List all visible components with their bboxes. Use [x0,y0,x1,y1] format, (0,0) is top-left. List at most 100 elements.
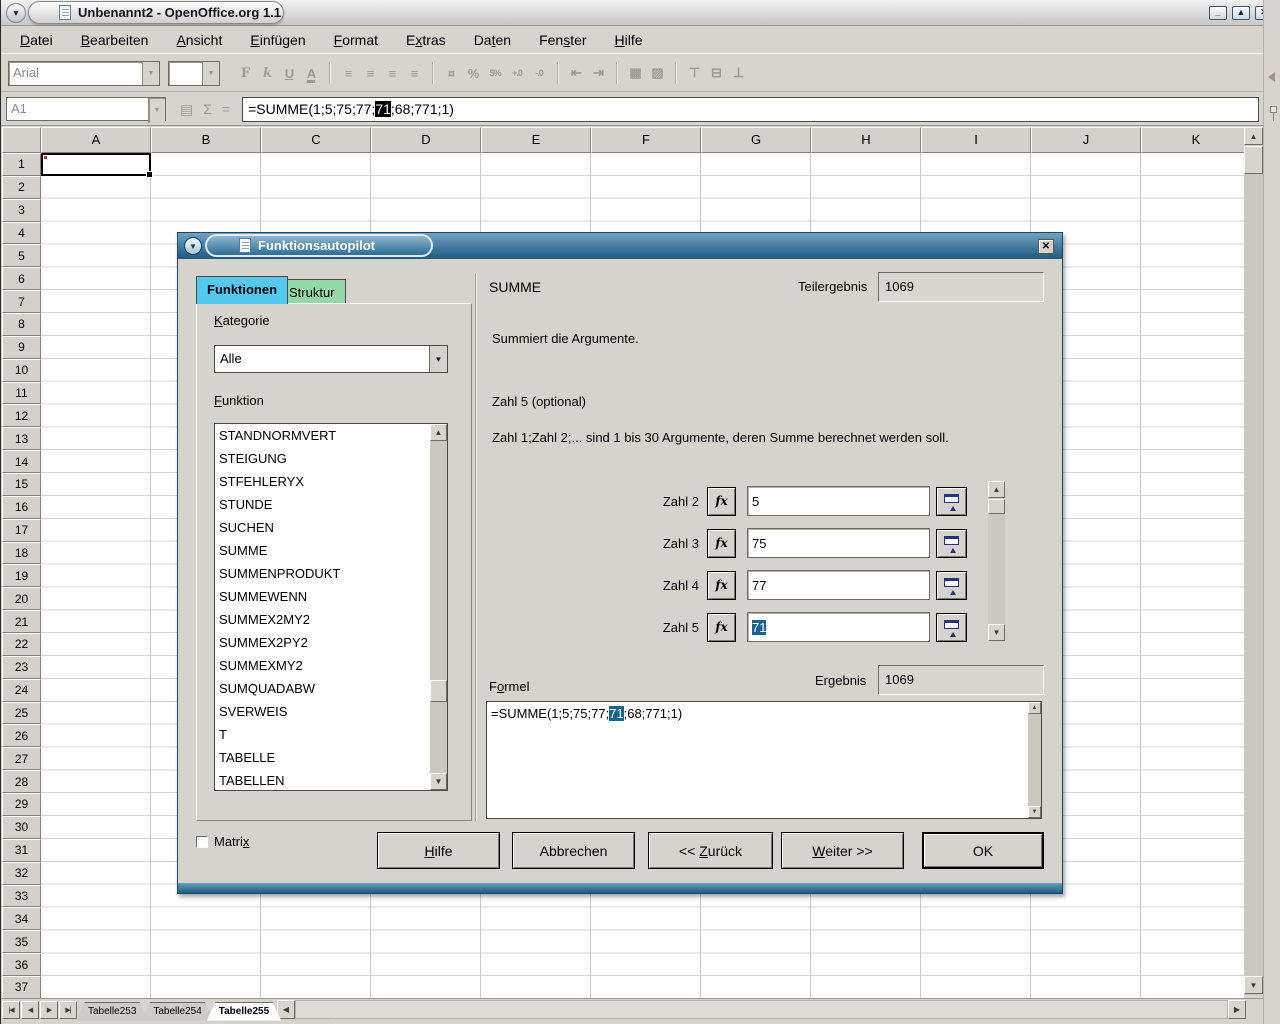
shrink-button[interactable] [936,613,967,642]
italic-icon[interactable]: k [256,62,278,84]
font-name-combo[interactable]: Arial ▼ [8,61,160,86]
scroll-right-icon[interactable]: ▶ [1228,1000,1246,1019]
row-header[interactable]: 24 [2,679,41,702]
tab-struktur[interactable]: Struktur [278,279,346,304]
arg-input[interactable]: 77 [747,570,930,600]
row-header[interactable]: 29 [2,793,41,816]
scroll-up-icon[interactable]: ▲ [1028,702,1041,714]
sheet-nav-first-button[interactable]: |◀ [2,1001,20,1019]
argument-scrollbar[interactable]: ▲ ▼ [988,481,1005,641]
fx-button[interactable]: fx [707,571,736,600]
toolbar-collapse-icon[interactable] [1268,72,1275,82]
scroll-down-icon[interactable]: ▼ [988,624,1005,641]
function-listbox[interactable]: STANDNORMVERTSTEIGUNGSTFEHLERYXSTUNDESUC… [214,423,448,791]
column-header[interactable]: J [1031,127,1141,153]
scroll-up-icon[interactable]: ▲ [1244,127,1263,145]
vertical-scrollbar-thumb[interactable] [1244,146,1263,174]
scroll-down-icon[interactable]: ▼ [1244,976,1263,994]
function-list-item[interactable]: SUMQUADABW [215,677,430,700]
row-header[interactable]: 25 [2,702,41,725]
row-header[interactable]: 7 [2,290,41,313]
maximize-button[interactable]: ▲ [1232,6,1250,20]
align-justify-icon[interactable]: ≡ [403,62,425,84]
menu-item-datei[interactable]: Datei [10,30,63,50]
tab-funktionen[interactable]: Funktionen [196,276,288,304]
formel-scrollbar[interactable]: ▲ ▼ [1028,702,1041,818]
row-header[interactable]: 32 [2,862,41,885]
fx-button[interactable]: fx [707,529,736,558]
dialog-close-icon[interactable]: ✕ [1038,239,1054,254]
scroll-down-icon[interactable]: ▼ [430,773,447,790]
chevron-down-icon[interactable]: ▼ [142,62,159,85]
scroll-up-icon[interactable]: ▲ [430,424,447,441]
column-header[interactable]: G [701,127,811,153]
row-header[interactable]: 33 [2,885,41,908]
shrink-button[interactable] [936,529,967,558]
row-header[interactable]: 34 [2,907,41,930]
function-list-item[interactable]: SUMMEWENN [215,585,430,608]
row-header[interactable]: 18 [2,542,41,565]
shrink-button[interactable] [936,487,967,516]
scroll-up-icon[interactable]: ▲ [988,481,1005,498]
underline-icon[interactable]: U [278,62,300,84]
number-format-percent-icon[interactable]: % [462,62,484,84]
selected-cell-a1[interactable] [41,153,151,176]
font-size-combo[interactable]: ▼ [168,61,220,86]
formula-input[interactable]: =SUMME(1;5;75;77;71;68;771;1) [242,97,1259,122]
function-list-item[interactable]: SUMMENPRODUKT [215,562,430,585]
function-list-item[interactable]: SUMMEX2PY2 [215,631,430,654]
function-list-item[interactable]: T [215,723,430,746]
bold-icon[interactable]: F [234,62,256,84]
function-list-item[interactable]: STUNDE [215,493,430,516]
ok-button[interactable]: OK [922,832,1044,869]
minimize-button[interactable]: _ [1209,6,1227,20]
sum-icon[interactable]: Σ [203,101,212,117]
function-list-item[interactable]: STANDNORMVERT [215,424,430,447]
align-center-icon[interactable]: ≡ [359,62,381,84]
arg-input[interactable]: 75 [747,528,930,558]
vertical-scrollbar[interactable]: ▲ ▼ [1244,127,1263,995]
align-top-icon[interactable]: ⊤ [683,62,705,84]
sheet-tab-tabelle253[interactable]: Tabelle253 [76,1002,148,1021]
horizontal-scrollbar-track[interactable] [295,1000,1228,1019]
row-header[interactable]: 3 [2,199,41,222]
row-header[interactable]: 20 [2,587,41,610]
add-decimal-icon[interactable]: +.0 [506,62,528,84]
align-center-vertical-icon[interactable]: ⊟ [705,62,727,84]
sheet-tab-tabelle254[interactable]: Tabelle254 [141,1002,213,1021]
function-list-item[interactable]: TABELLE [215,746,430,769]
row-header[interactable]: 16 [2,496,41,519]
column-header[interactable]: A [41,127,151,153]
row-header[interactable]: 31 [2,839,41,862]
formel-textarea[interactable]: =SUMME(1;5;75;77;71;68;771;1) ▲ ▼ [486,701,1042,819]
number-format-currency-icon[interactable]: ¤ [440,62,462,84]
row-header[interactable]: 36 [2,953,41,976]
cell-reference-box[interactable]: A1 ▼ [6,97,166,121]
zurueck-button[interactable]: << Zurück [648,832,773,869]
row-header[interactable]: 5 [2,244,41,267]
menu-item-fenster[interactable]: Fenster [529,30,596,50]
menu-item-format[interactable]: Format [324,30,388,50]
row-header[interactable]: 22 [2,633,41,656]
function-list-item[interactable]: SVERWEIS [215,700,430,723]
row-header[interactable]: 28 [2,770,41,793]
chevron-down-icon[interactable]: ▼ [148,98,165,123]
menu-item-bearbeiten[interactable]: Bearbeiten [71,30,159,50]
row-header[interactable]: 35 [2,930,41,953]
row-header[interactable]: 26 [2,724,41,747]
function-list-item[interactable]: SUMMEXMY2 [215,654,430,677]
arg-input[interactable]: 71 [747,612,930,642]
row-header[interactable]: 11 [2,382,41,405]
borders-icon[interactable]: ▦ [624,62,646,84]
number-format-standard-icon[interactable]: $% [484,62,506,84]
row-header[interactable]: 1 [2,153,41,176]
row-header[interactable]: 9 [2,336,41,359]
row-header[interactable]: 27 [2,747,41,770]
scrollbar-thumb[interactable] [430,680,447,702]
function-list-item[interactable]: SUCHEN [215,516,430,539]
row-header[interactable]: 37 [2,976,41,998]
align-left-icon[interactable]: ≡ [337,62,359,84]
align-bottom-icon[interactable]: ⊥ [727,62,749,84]
function-list-item[interactable]: TABELLEN [215,769,430,790]
menu-item-ansicht[interactable]: Ansicht [166,30,232,50]
